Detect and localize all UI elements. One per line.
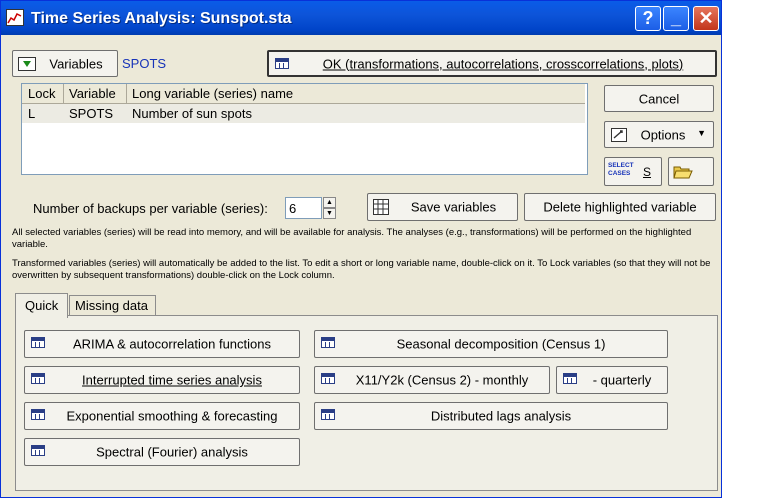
backups-label: Number of backups per variable (series):: [33, 201, 268, 216]
cell-variable[interactable]: SPOTS: [69, 106, 113, 121]
selected-variable: SPOTS: [122, 56, 167, 71]
backups-input[interactable]: [285, 197, 322, 219]
open-file-button[interactable]: [668, 157, 714, 186]
app-chart-icon: [6, 9, 24, 26]
select-cases-button[interactable]: SELECT CASES S: [604, 157, 662, 186]
arima-button[interactable]: ARIMA & autocorrelation functions: [24, 330, 300, 358]
x11-monthly-button[interactable]: X11/Y2k (Census 2) - monthly: [314, 366, 550, 394]
variables-label: Variables: [49, 56, 103, 71]
spin-down-icon[interactable]: ▼: [323, 208, 336, 219]
save-variables-label: Save variables: [410, 199, 497, 215]
delete-variable-button[interactable]: Delete highlighted variable: [524, 193, 716, 221]
select-cases-label: S: [643, 165, 652, 179]
col-variable: Variable: [69, 86, 116, 101]
cell-long-name[interactable]: Number of sun spots: [132, 106, 252, 121]
x11-quarterly-button[interactable]: - quarterly: [556, 366, 668, 394]
title-bar[interactable]: Time Series Analysis: Sunspot.sta ? _ ✕: [1, 1, 721, 35]
select-cases-icon: SELECT CASES: [608, 162, 634, 177]
ok-label: OK (transformations, autocorrelations, c…: [322, 56, 684, 71]
cancel-label: Cancel: [638, 91, 680, 106]
cell-lock[interactable]: L: [28, 106, 35, 121]
time-series-dialog: Time Series Analysis: Sunspot.sta ? _ ✕ …: [0, 0, 722, 498]
variables-button[interactable]: Variables: [12, 50, 118, 77]
table-row[interactable]: L SPOTS Number of sun spots: [22, 104, 585, 123]
distributed-lags-button[interactable]: Distributed lags analysis: [314, 402, 668, 430]
spin-up-icon[interactable]: ▲: [323, 197, 336, 208]
info-note-2: Transformed variables (series) will auto…: [12, 258, 711, 281]
chevron-down-icon: ▼: [697, 128, 706, 138]
close-button[interactable]: ✕: [693, 6, 719, 31]
col-long-name: Long variable (series) name: [132, 86, 294, 101]
info-note-1: All selected variables (series) will be …: [12, 227, 692, 250]
interrupted-time-series-button[interactable]: Interrupted time series analysis: [24, 366, 300, 394]
seasonal-decomposition-button[interactable]: Seasonal decomposition (Census 1): [314, 330, 668, 358]
delete-variable-label: Delete highlighted variable: [543, 199, 697, 215]
tab-missing-data[interactable]: Missing data: [69, 295, 156, 317]
quick-tab-panel: ARIMA & autocorrelation functions Interr…: [15, 315, 718, 491]
col-lock: Lock: [28, 86, 56, 101]
cancel-button[interactable]: Cancel: [604, 85, 714, 112]
options-button[interactable]: Options ▼: [604, 121, 714, 148]
ok-button[interactable]: OK (transformations, autocorrelations, c…: [267, 50, 717, 77]
spectral-analysis-button[interactable]: Spectral (Fourier) analysis: [24, 438, 300, 466]
folder-open-icon: [673, 166, 693, 179]
minimize-button[interactable]: _: [663, 6, 689, 31]
save-variables-button[interactable]: Save variables: [367, 193, 518, 221]
help-button[interactable]: ?: [635, 6, 661, 31]
grid-header: Lock Variable Long variable (series) nam…: [22, 84, 585, 104]
window-title: Time Series Analysis: Sunspot.sta: [31, 10, 292, 27]
tab-quick[interactable]: Quick: [15, 293, 68, 318]
variables-grid[interactable]: Lock Variable Long variable (series) nam…: [21, 83, 588, 175]
exponential-smoothing-button[interactable]: Exponential smoothing & forecasting: [24, 402, 300, 430]
